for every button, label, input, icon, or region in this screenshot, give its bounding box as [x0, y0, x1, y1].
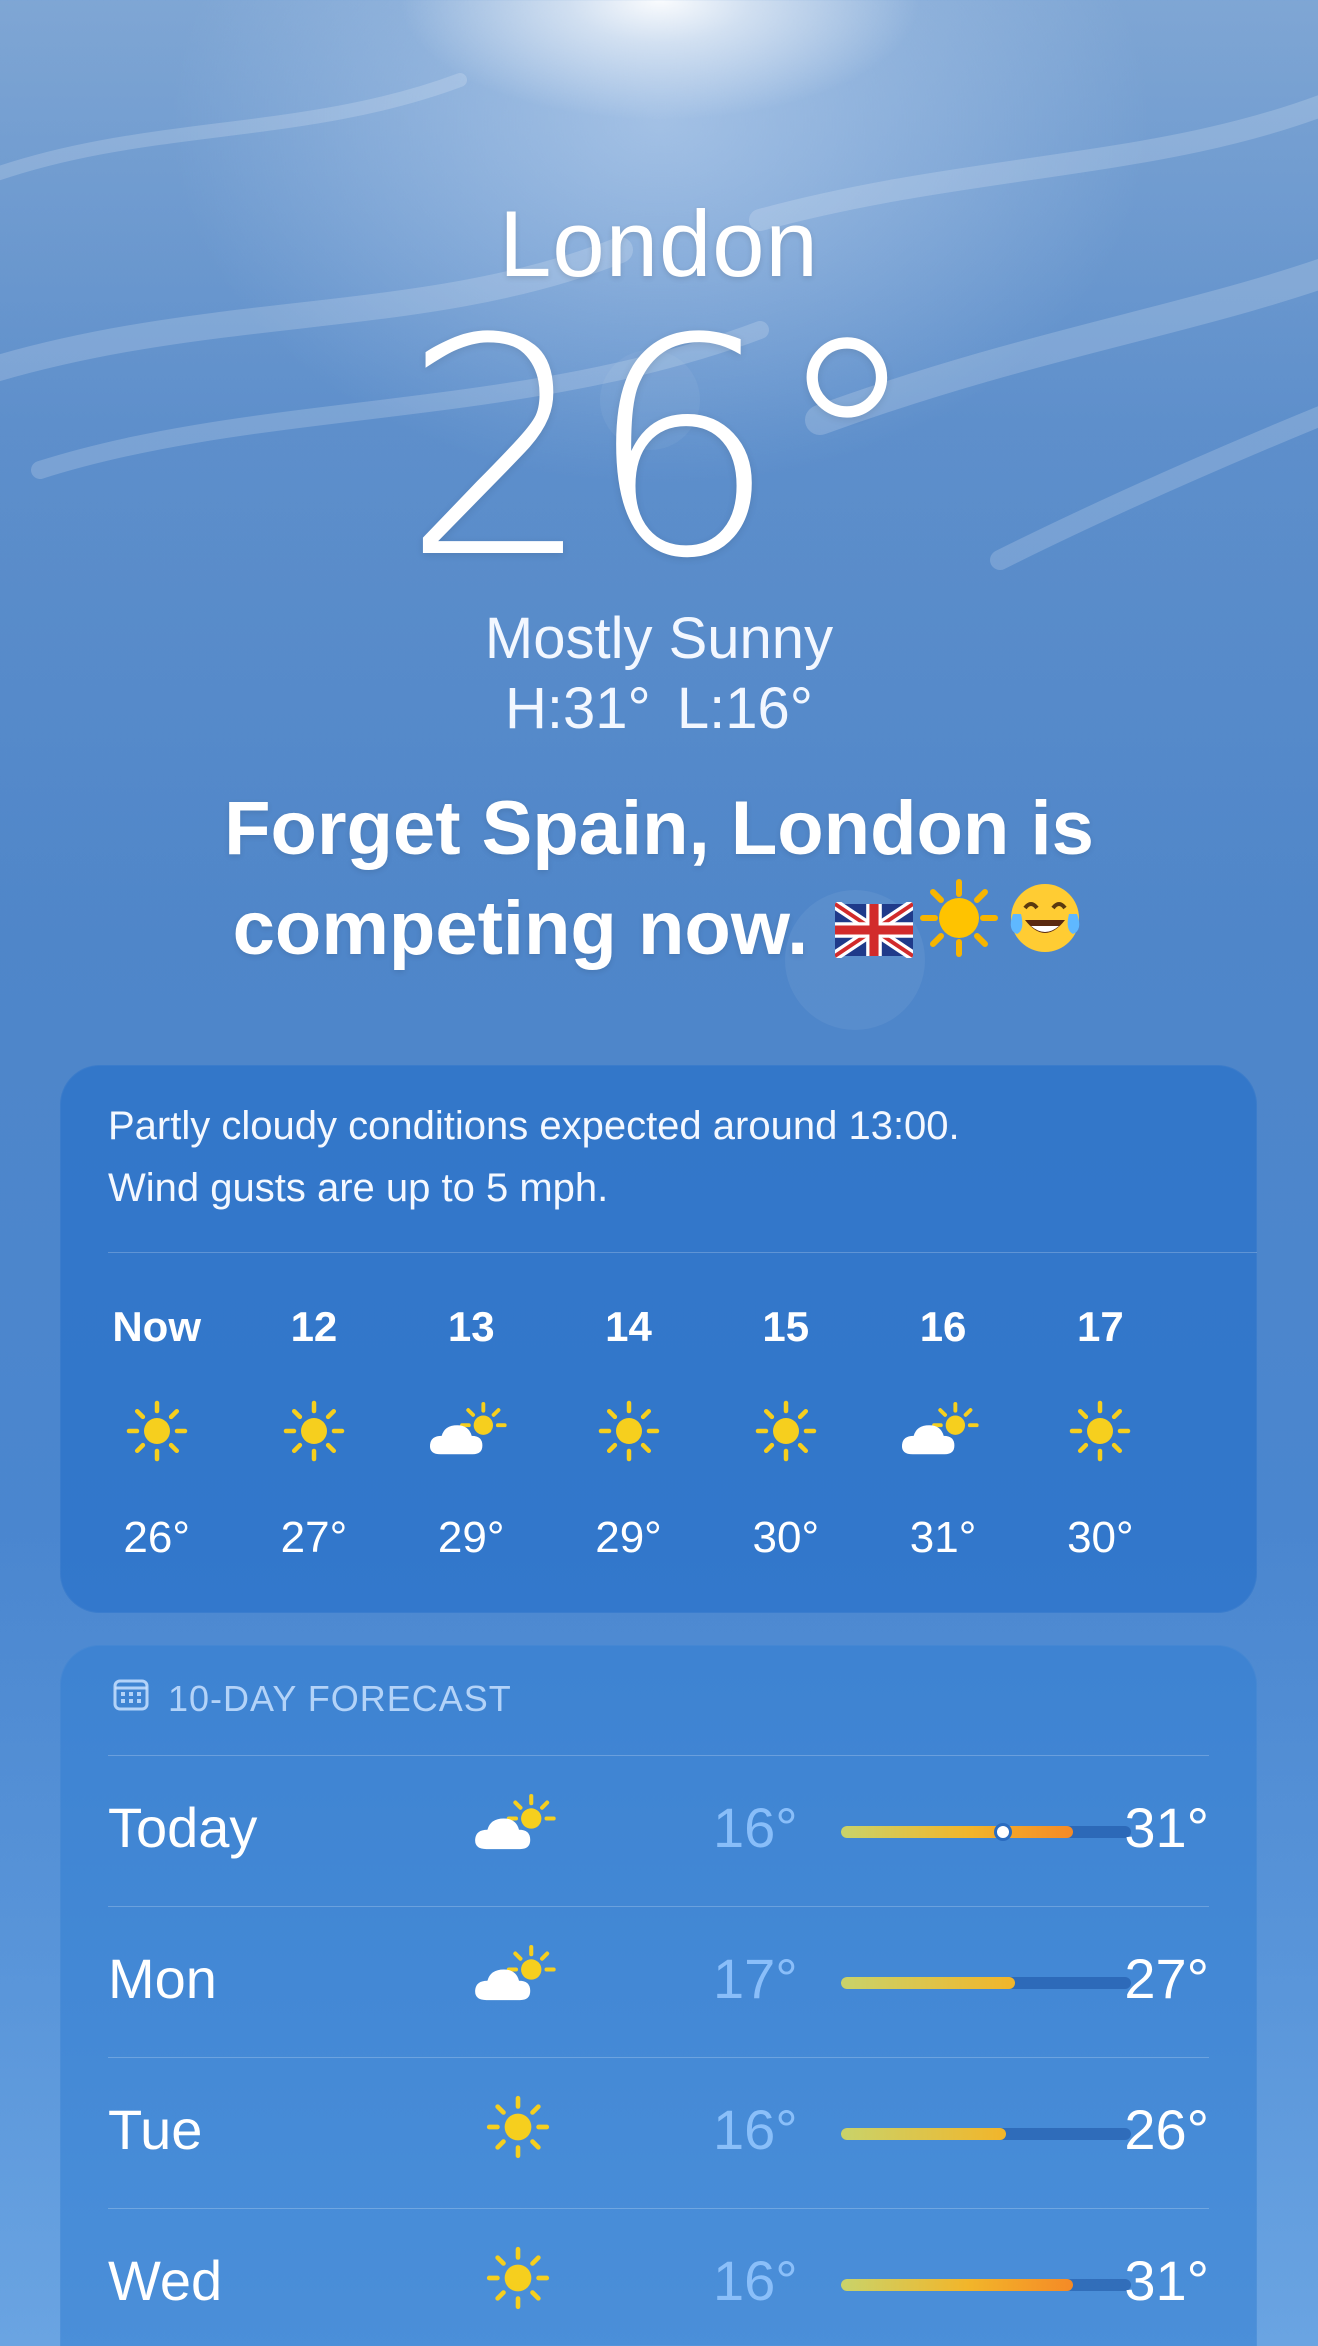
day-name: Tue	[108, 2098, 203, 2161]
sun-emoji-icon	[919, 878, 999, 982]
hour-item: 13 29°	[411, 1297, 531, 1563]
ten-day-forecast-card[interactable]: 10-DAY FORECAST Today 16° 31° Mon 17° 27…	[60, 1645, 1257, 2346]
forecast-day-row[interactable]: Wed 16° 31°	[108, 2208, 1209, 2346]
high-low-text: H:31° L:16°	[505, 676, 813, 741]
hour-item: 17 30°	[1040, 1297, 1160, 1563]
partly-cloudy-icon	[883, 1371, 1003, 1491]
temperature-range-bar	[841, 2279, 1131, 2291]
day-high-temperature: 27°	[1124, 1947, 1209, 2010]
temperature-range-fill	[841, 2128, 1007, 2140]
temperature-range-fill	[841, 2279, 1073, 2291]
sun-icon	[1040, 1371, 1160, 1491]
sun-icon	[726, 1371, 846, 1491]
sun-icon	[569, 1371, 689, 1491]
hour-temperature: 29°	[437, 1513, 505, 1562]
hour-temperature: 29°	[595, 1513, 662, 1562]
sun-icon	[468, 2238, 568, 2318]
hourly-forecast-card[interactable]: Partly cloudy conditions expected around…	[60, 1065, 1257, 1613]
sun-icon	[254, 1371, 374, 1491]
hour-label: 13	[447, 1303, 495, 1350]
partly-cloudy-icon	[468, 1785, 568, 1865]
hour-temperature: 30°	[1067, 1513, 1134, 1562]
day-high-temperature: 31°	[1124, 1796, 1209, 1859]
forecast-day-row[interactable]: Today 16° 31°	[108, 1755, 1209, 1905]
hour-item: 12 27°	[254, 1297, 374, 1563]
sun-icon	[97, 1371, 217, 1491]
forecast-day-row[interactable]: Tue 16° 26°	[108, 2057, 1209, 2207]
temperature-range-fill	[841, 1977, 1015, 1989]
partly-cloudy-icon	[468, 1936, 568, 2016]
hour-label: 16	[919, 1303, 967, 1350]
sun-icon	[468, 2087, 568, 2167]
forecast-header: 10-DAY FORECAST	[112, 1675, 512, 1722]
message-line-2: competing now.	[140, 878, 1178, 982]
laughing-emoji-icon	[1005, 878, 1085, 982]
hour-item: 14 29°	[569, 1297, 689, 1563]
temperature-range-fill	[841, 1826, 1073, 1838]
day-low-temperature: 17°	[713, 1947, 798, 2010]
day-name: Today	[108, 1796, 258, 1859]
forecast-day-row[interactable]: Mon 17° 27°	[108, 1906, 1209, 2056]
temperature-range-bar	[841, 1823, 1131, 1841]
day-name: Wed	[108, 2249, 223, 2312]
day-low-temperature: 16°	[713, 2098, 798, 2161]
hour-temperature: 31°	[909, 1513, 977, 1562]
calendar-icon	[112, 1675, 150, 1722]
hour-label: 17	[1076, 1303, 1124, 1350]
hour-label: Now	[112, 1303, 201, 1350]
day-low-temperature: 16°	[713, 2249, 798, 2312]
hour-item: Now 26°	[97, 1297, 217, 1563]
hour-temperature: 27°	[280, 1513, 348, 1562]
hour-item: 16 31°	[883, 1297, 1003, 1563]
uk-flag-icon	[832, 884, 917, 982]
forecast-header-label: 10-DAY FORECAST	[168, 1677, 512, 1719]
hour-label: 14	[605, 1303, 652, 1350]
temperature-range-bar	[841, 2128, 1131, 2140]
hour-temperature: 30°	[752, 1513, 820, 1562]
current-temperature-marker	[994, 1823, 1013, 1841]
hour-label: 12	[290, 1303, 338, 1350]
current-temperature: 26°	[402, 275, 922, 624]
hourly-summary: Partly cloudy conditions expected around…	[108, 1104, 960, 1210]
partly-cloudy-icon	[411, 1371, 531, 1491]
day-low-temperature: 16°	[713, 1796, 798, 1859]
hourly-list[interactable]: Now 26° 12 27° 13 29° 14 29° 15 30° 16 3…	[108, 1297, 1209, 1597]
hour-label: 15	[762, 1303, 810, 1350]
hour-temperature: 26°	[123, 1513, 190, 1562]
divider	[108, 1252, 1257, 1253]
message-line-1: Forget Spain, London is	[224, 786, 1094, 871]
hour-item: 15 30°	[726, 1297, 846, 1563]
day-high-temperature: 26°	[1124, 2098, 1209, 2161]
custom-message: Forget Spain, London is competing now.	[140, 780, 1178, 982]
condition-text: Mostly Sunny	[484, 606, 834, 671]
day-name: Mon	[108, 1947, 217, 2010]
temperature-range-bar	[841, 1977, 1131, 1989]
day-high-temperature: 31°	[1124, 2249, 1209, 2312]
